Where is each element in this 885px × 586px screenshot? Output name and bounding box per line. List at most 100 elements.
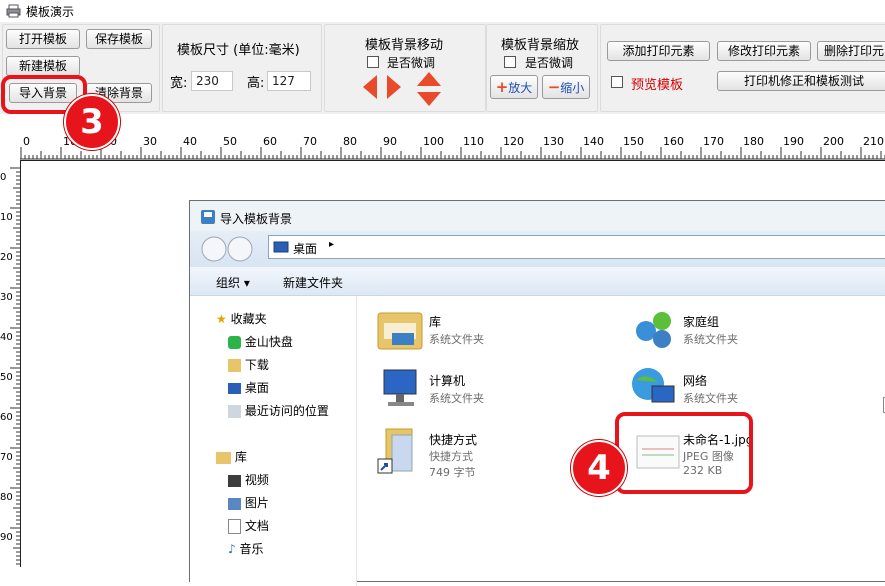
nav-favorites-label: 收藏夹 [230,312,267,326]
nav-library-label: 库 [234,450,247,464]
zoom-in-button[interactable]: +放大 [490,75,538,99]
ruler-label: 190 [783,135,804,148]
ruler-label: 90 [383,135,397,148]
new-folder-button[interactable]: 新建文件夹 [283,274,343,291]
save-template-button[interactable]: 保存模板 [86,29,152,49]
ruler-label: 110 [463,135,484,148]
nav-documents[interactable]: 文档 [228,517,269,537]
size-title: 模板尺寸 (单位:毫米) [177,43,300,58]
address-text: 桌面 [293,242,318,256]
navigation-pane: ★ 收藏夹 金山快盘 下载 桌面 最近访问的位置 库 视频 图片 文档 ♪ 音乐 [190,296,357,586]
toolbar: 打开模板 保存模板 新建模板 导入背景 清除背景 模板尺寸 (单位:毫米) 宽:… [0,22,885,114]
step3-badge: 3 [64,94,120,150]
back-forward-buttons [201,236,253,262]
move-fine-tune-checkbox[interactable] [367,56,379,68]
vruler-label: 80 [0,492,13,503]
ruler-label: 80 [343,135,357,148]
callout-box-step4 [615,412,753,494]
zoom-fine-tune-label: 是否微调 [525,56,574,70]
file-item-network[interactable]: 网络 系统文件夹 [630,364,870,414]
file-type: 快捷方式 [429,450,473,463]
nav-pictures-label: 图片 [244,496,269,510]
nav-videos[interactable]: 视频 [228,471,269,491]
recent-places-icon [228,405,241,418]
file-name: 家庭组 [683,315,720,329]
breadcrumb-arrow-icon[interactable]: ▸ [329,239,334,250]
desktop-nav-icon [228,383,241,394]
file-item-homegroup[interactable]: 家庭组 系统文件夹 [630,305,870,355]
star-icon: ★ [216,312,227,326]
desktop-icon [273,241,289,253]
downloads-folder-icon [228,359,241,372]
file-item-library[interactable]: 库 系统文件夹 [376,305,616,355]
ruler-label: 150 [623,135,644,148]
move-left-right-arrows [363,75,401,99]
open-template-button[interactable]: 打开模板 [6,29,80,49]
bg-move-title: 模板背景移动 [365,38,444,53]
vruler-label: 50 [0,372,13,383]
address-box[interactable]: 桌面 ▸ [268,235,885,259]
nav-pictures[interactable]: 图片 [228,494,269,514]
nav-recent-label: 最近访问的位置 [244,404,329,418]
nav-music[interactable]: ♪ 音乐 [228,540,264,560]
window-title: 模板演示 [26,5,75,19]
ruler-label: 70 [303,135,317,148]
add-print-element-button[interactable]: 添加打印元素 [607,41,710,61]
vruler-label: 30 [0,292,13,303]
plus-icon: + [495,78,509,96]
arrow-left-icon[interactable] [363,75,377,99]
modify-print-element-button[interactable]: 修改打印元素 [717,41,811,61]
width-input[interactable]: 230 [191,71,233,91]
ruler-label: 0 [23,135,30,148]
canvas-left-border [20,160,21,567]
file-type: 系统文件夹 [429,392,484,405]
nav-library[interactable]: 库 [216,448,247,468]
dialog-app-icon [201,210,215,224]
canvas-top-border [20,160,885,161]
nav-recent[interactable]: 最近访问的位置 [228,402,329,422]
ruler-ticks: 0102030405060708090100110120130140150160… [20,135,885,160]
arrow-up-icon[interactable] [417,72,441,86]
vruler-ticks: 0 10 20 30 40 50 60 70 80 90 [0,167,20,565]
command-bar: 组织 ▾ 新建文件夹 [190,267,885,296]
library-folder-icon [377,312,423,350]
printer-fix-button[interactable]: 打印机修正和模板测试 [717,71,885,91]
homegroup-icon [636,312,671,348]
height-input[interactable]: 127 [267,71,311,91]
nav-desktop[interactable]: 桌面 [228,379,269,399]
nav-favorites[interactable]: ★ 收藏夹 [216,310,267,330]
forward-icon[interactable] [227,236,253,262]
title-bar: 模板演示 [0,0,885,22]
arrow-down-icon[interactable] [417,92,441,106]
library-icon [216,451,231,464]
ruler-label: 180 [743,135,764,148]
nav-documents-label: 文档 [244,519,269,533]
ruler-label: 50 [223,135,237,148]
vruler-label: 40 [0,332,13,343]
zoom-fine-tune-checkbox[interactable] [504,56,516,68]
ruler-label: 200 [823,135,844,148]
nav-downloads[interactable]: 下载 [228,356,269,376]
vruler-label: 20 [0,252,13,263]
preview-template-checkbox[interactable] [611,76,623,88]
ruler-label: 100 [423,135,444,148]
print-elements-group: 添加打印元素 修改打印元素 删除打印元 预览模板 打印机修正和模板测试 [600,24,885,112]
computer-icon [383,369,417,406]
delete-print-element-button[interactable]: 删除打印元 [817,41,885,61]
bg-move-group: 模板背景移动 是否微调 [324,24,486,112]
new-template-button[interactable]: 新建模板 [6,56,80,76]
organize-button[interactable]: 组织 ▾ [216,274,250,291]
bg-zoom-group: 模板背景缩放 是否微调 +放大 −缩小 [486,24,598,112]
nav-jinshan[interactable]: 金山快盘 [228,333,293,353]
back-icon[interactable] [201,236,227,262]
size-group: 模板尺寸 (单位:毫米) 宽: 230 高: 127 [162,24,322,112]
ruler-label: 170 [703,135,724,148]
file-type: 系统文件夹 [429,333,484,346]
horizontal-ruler: 0102030405060708090100110120130140150160… [0,114,885,160]
bg-zoom-title: 模板背景缩放 [501,38,580,53]
arrow-right-icon[interactable] [387,75,401,99]
file-type: 系统文件夹 [683,333,738,346]
vruler-label: 10 [0,212,13,223]
zoom-out-button[interactable]: −缩小 [542,75,590,99]
file-item-computer[interactable]: 计算机 系统文件夹 [376,364,616,414]
